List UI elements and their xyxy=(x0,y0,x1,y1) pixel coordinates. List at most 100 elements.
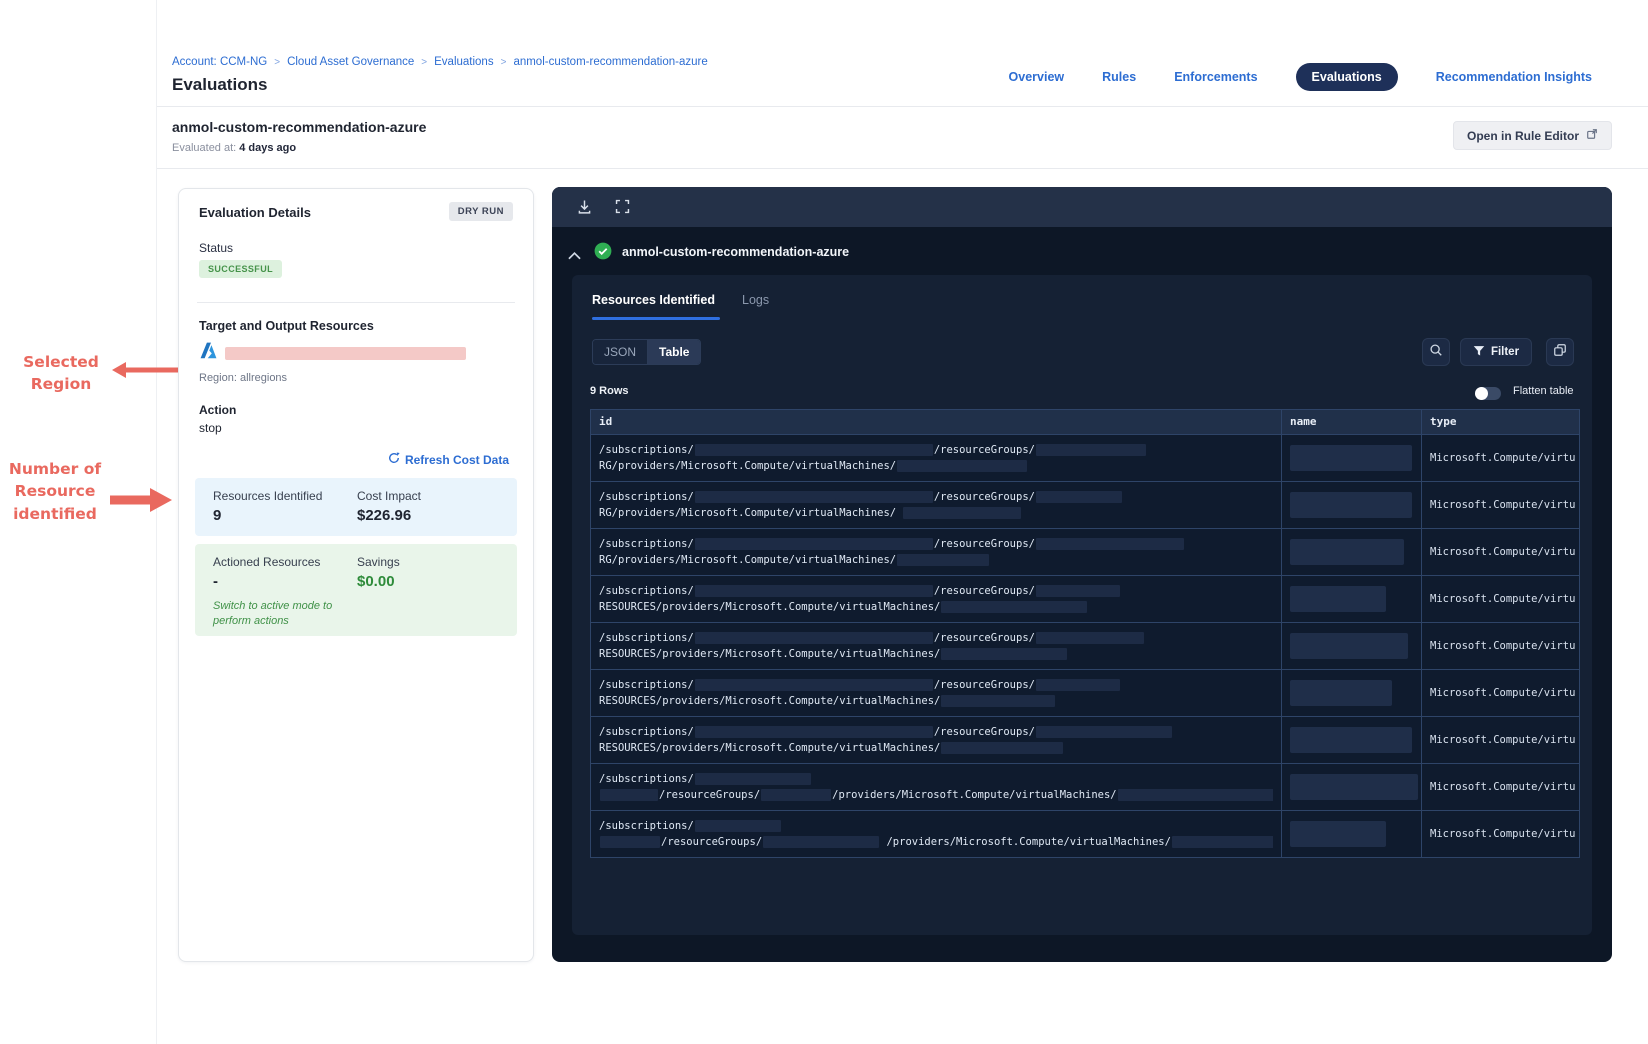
cell-id: /subscriptions//resourceGroups/RG/provid… xyxy=(591,435,1281,481)
evaluated-at-value: 4 days ago xyxy=(239,142,297,154)
table-row[interactable]: /subscriptions//resourceGroups//provider… xyxy=(591,763,1579,810)
actioned-resources-label: Actioned Resources xyxy=(213,555,321,569)
cell-id: /subscriptions//resourceGroups/RESOURCES… xyxy=(591,717,1281,763)
annotation-selected-region: Selected Region xyxy=(23,353,99,394)
divider xyxy=(156,0,157,1044)
redacted-text xyxy=(1035,538,1184,550)
column-header-id[interactable]: id xyxy=(591,410,1281,434)
download-icon[interactable] xyxy=(576,198,593,220)
search-button[interactable] xyxy=(1422,338,1450,366)
toggle-knob xyxy=(1475,387,1488,400)
status-label: Status xyxy=(199,241,234,255)
breadcrumb-item-account[interactable]: Account: CCM-NG xyxy=(172,56,267,68)
divider xyxy=(157,106,1648,107)
actioned-stats-box: Actioned Resources - Savings $0.00 Switc… xyxy=(195,544,517,636)
table-row[interactable]: /subscriptions//resourceGroups/ /provide… xyxy=(591,810,1579,857)
redacted-name xyxy=(1290,821,1386,847)
azure-icon xyxy=(199,342,218,364)
redacted-text xyxy=(694,632,933,644)
evaluated-at-label: Evaluated at: xyxy=(172,142,237,154)
table-row[interactable]: /subscriptions//resourceGroups/RG/provid… xyxy=(591,528,1579,575)
column-header-name[interactable]: name xyxy=(1281,410,1421,434)
chevron-right-icon: > xyxy=(421,56,428,68)
view-toggle-json[interactable]: JSON xyxy=(593,340,649,364)
evaluation-title: anmol-custom-recommendation-azure xyxy=(172,119,427,135)
fullscreen-icon[interactable] xyxy=(614,198,631,220)
chevron-right-icon: > xyxy=(500,56,507,68)
breadcrumb-item-governance[interactable]: Cloud Asset Governance xyxy=(287,56,414,68)
cell-name xyxy=(1281,435,1421,481)
result-rule-title: anmol-custom-recommendation-azure xyxy=(622,245,850,259)
filter-button[interactable]: Filter xyxy=(1460,338,1532,366)
redacted-text xyxy=(761,789,832,801)
evaluation-details-card: Evaluation Details DRY RUN Status SUCCES… xyxy=(178,188,534,962)
cell-type: Microsoft.Compute/virtu xyxy=(1421,482,1579,528)
divider xyxy=(197,302,515,303)
table-row[interactable]: /subscriptions//resourceGroups/RESOURCES… xyxy=(591,669,1579,716)
subscription-row xyxy=(199,342,466,364)
copy-button[interactable] xyxy=(1546,338,1574,366)
refresh-label: Refresh Cost Data xyxy=(404,452,509,467)
redacted-text xyxy=(694,444,933,456)
column-header-type[interactable]: type xyxy=(1421,410,1579,434)
cell-type: Microsoft.Compute/virtu xyxy=(1421,623,1579,669)
screen: Account: CCM-NG > Cloud Asset Governance… xyxy=(0,0,1648,1044)
redacted-text xyxy=(694,538,933,550)
cell-name xyxy=(1281,717,1421,763)
flatten-table-label: Flatten table xyxy=(1513,385,1574,397)
table-header: id name type xyxy=(591,410,1579,434)
tab-recommendation-insights[interactable]: Recommendation Insights xyxy=(1436,70,1592,84)
cell-type: Microsoft.Compute/virtu xyxy=(1421,764,1579,810)
cell-id: /subscriptions//resourceGroups/RG/provid… xyxy=(591,482,1281,528)
table-row[interactable]: /subscriptions//resourceGroups/RESOURCES… xyxy=(591,622,1579,669)
filter-icon xyxy=(1473,345,1485,360)
top-nav-tabs: Overview Rules Enforcements Evaluations … xyxy=(1009,62,1592,91)
redacted-text xyxy=(1035,679,1120,691)
tab-evaluations[interactable]: Evaluations xyxy=(1295,62,1398,91)
breadcrumb-item-evaluations[interactable]: Evaluations xyxy=(434,56,493,68)
refresh-cost-data-link[interactable]: Refresh Cost Data xyxy=(388,452,509,467)
redacted-text xyxy=(1035,444,1146,456)
cell-name xyxy=(1281,670,1421,716)
cell-name xyxy=(1281,811,1421,857)
collapse-chevron-up-icon[interactable] xyxy=(568,247,581,265)
cell-type: Microsoft.Compute/virtu xyxy=(1421,811,1579,857)
action-value: stop xyxy=(199,421,222,435)
tab-resources-identified[interactable]: Resources Identified xyxy=(592,293,715,307)
cell-name xyxy=(1281,764,1421,810)
open-rule-editor-button[interactable]: Open in Rule Editor xyxy=(1452,121,1612,150)
flatten-toggle[interactable] xyxy=(1475,387,1501,400)
table-row[interactable]: /subscriptions//resourceGroups/RG/provid… xyxy=(591,481,1579,528)
view-toggle-table[interactable]: Table xyxy=(648,340,701,364)
identified-stats-box: Resources Identified 9 Cost Impact $226.… xyxy=(195,478,517,536)
redacted-text xyxy=(1117,789,1273,801)
redacted-text xyxy=(1035,632,1144,644)
redacted-name xyxy=(1290,586,1386,612)
redacted-text xyxy=(694,491,933,503)
region-value: Region: allregions xyxy=(199,372,288,384)
redacted-text xyxy=(941,742,1064,754)
table-row[interactable]: /subscriptions//resourceGroups/RESOURCES… xyxy=(591,575,1579,622)
table-row[interactable]: /subscriptions//resourceGroups/RESOURCES… xyxy=(591,716,1579,763)
cost-impact-value: $226.96 xyxy=(357,507,412,524)
redacted-name xyxy=(1290,633,1408,659)
redacted-name xyxy=(1290,774,1418,800)
redacted-text xyxy=(600,789,658,801)
tab-logs[interactable]: Logs xyxy=(742,293,769,307)
cell-id: /subscriptions//resourceGroups//provider… xyxy=(591,764,1281,810)
details-title: Evaluation Details xyxy=(199,205,311,220)
redacted-text xyxy=(694,679,933,691)
table-row[interactable]: /subscriptions//resourceGroups/RG/provid… xyxy=(591,434,1579,481)
results-toolbar xyxy=(552,187,1612,227)
page-title: Evaluations xyxy=(172,75,268,94)
cell-name xyxy=(1281,576,1421,622)
breadcrumb-item-rule[interactable]: anmol-custom-recommendation-azure xyxy=(513,56,707,68)
cell-name xyxy=(1281,482,1421,528)
cell-type: Microsoft.Compute/virtu xyxy=(1421,576,1579,622)
tab-rules[interactable]: Rules xyxy=(1102,70,1136,84)
filter-label: Filter xyxy=(1490,346,1520,358)
tab-enforcements[interactable]: Enforcements xyxy=(1174,70,1257,84)
search-icon xyxy=(1429,343,1443,362)
tab-overview[interactable]: Overview xyxy=(1009,70,1065,84)
savings-label: Savings xyxy=(357,555,400,569)
